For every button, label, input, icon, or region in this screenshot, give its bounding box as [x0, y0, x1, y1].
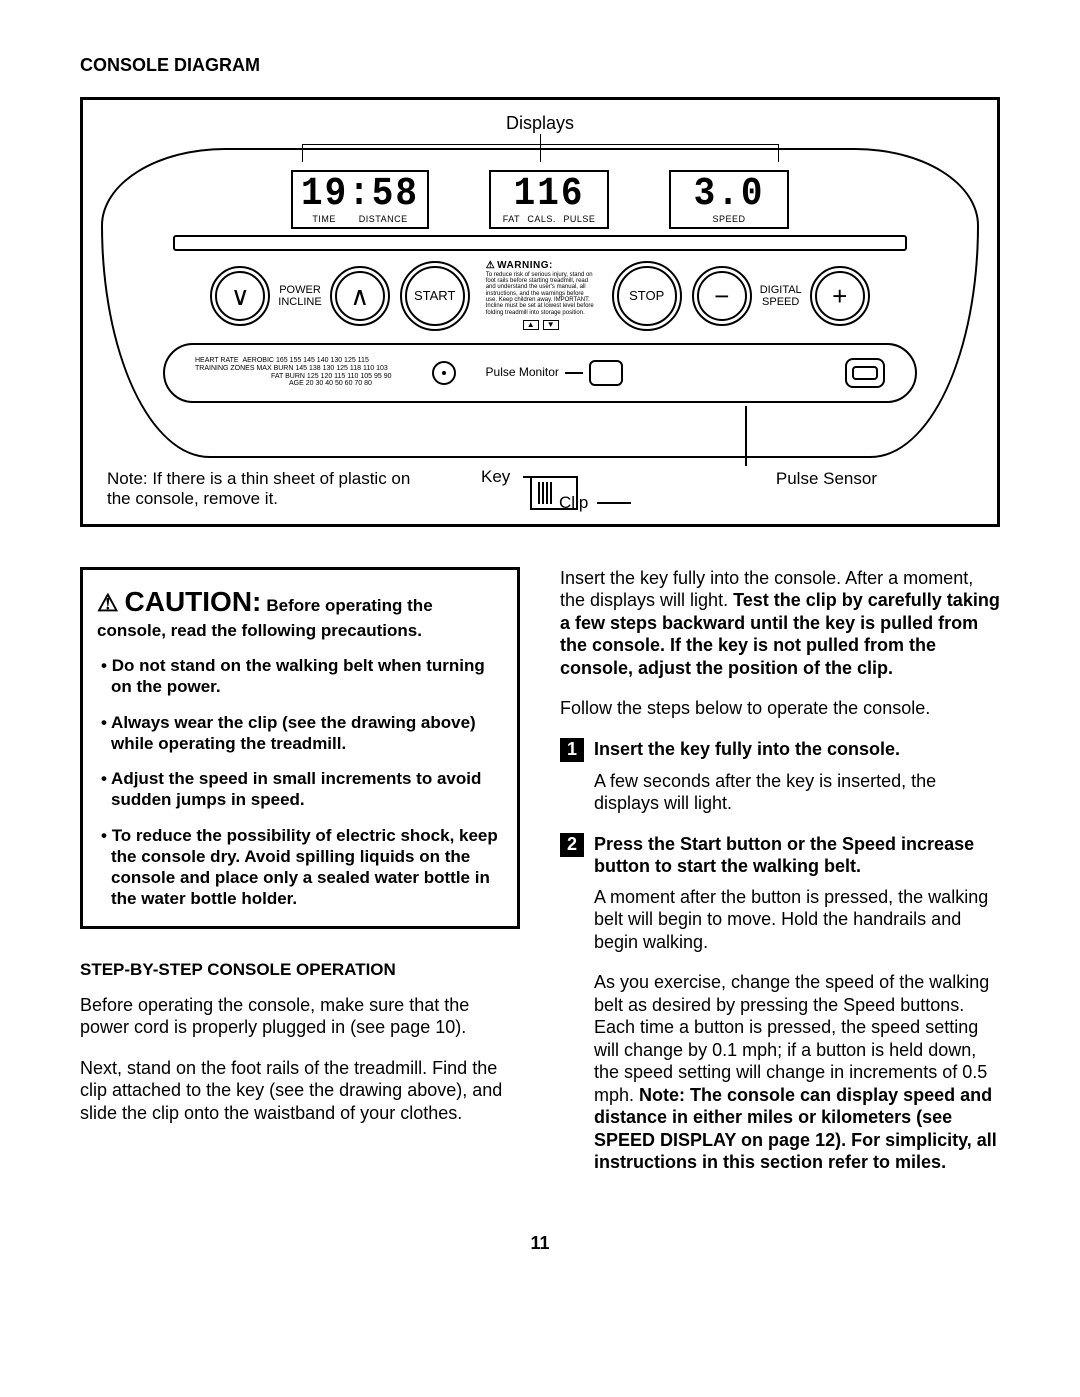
- key-callout: Key: [481, 466, 510, 487]
- right-intro: Insert the key fully into the console. A…: [560, 567, 1000, 680]
- pulse-monitor-label: Pulse Monitor: [486, 360, 623, 386]
- step-number: 2: [560, 833, 584, 857]
- hr-line-label: AGE: [289, 380, 304, 387]
- caution-item: Adjust the speed in small increments to …: [101, 768, 503, 811]
- display-value: 3.0: [694, 174, 765, 214]
- left-para: Before operating the console, make sure …: [80, 994, 520, 1039]
- step-section-title: STEP-BY-STEP CONSOLE OPERATION: [80, 959, 520, 980]
- right-column: Insert the key fully into the console. A…: [560, 567, 1000, 1192]
- mini-down-icon: ▼: [543, 320, 559, 330]
- hr-line-vals: 145 138 130 125 118 110 103: [295, 365, 387, 372]
- step-1-body: A few seconds after the key is inserted,…: [594, 770, 1000, 815]
- section-heading: CONSOLE DIAGRAM: [80, 54, 1000, 77]
- caution-item: To reduce the possibility of electric sh…: [101, 825, 503, 910]
- pulse-sensor-icon: [845, 358, 885, 388]
- incline-label: POWER INCLINE: [278, 284, 321, 308]
- heart-rate-table: HEART RATE AEROBIC 165 155 145 140 130 1…: [195, 357, 392, 388]
- step-title: Press the Start button or the Speed incr…: [594, 833, 1000, 878]
- display-value: 19:58: [301, 174, 419, 214]
- hr-line-label: AEROBIC: [242, 357, 274, 364]
- display-speed: 3.0 SPEED: [669, 170, 789, 229]
- key-socket: [432, 361, 456, 385]
- pulse-monitor-text: Pulse Monitor: [486, 365, 559, 380]
- step-2-header: 2 Press the Start button or the Speed in…: [560, 833, 1000, 878]
- speed-label: DIGITAL SPEED: [760, 284, 802, 308]
- step-1-header: 1 Insert the key fully into the console.: [560, 738, 1000, 762]
- caution-item: Do not stand on the walking belt when tu…: [101, 655, 503, 698]
- console-outline: 19:58 TIME DISTANCE 116 FAT CALS. PULSE: [101, 148, 979, 458]
- page-number: 11: [80, 1232, 1000, 1255]
- hr-line-label: MAX BURN: [256, 365, 293, 372]
- stop-button[interactable]: STOP: [612, 261, 682, 331]
- speed-buttons: − DIGITAL SPEED +: [692, 266, 870, 326]
- caution-title: CAUTION:: [97, 586, 261, 617]
- right-follow: Follow the steps below to operate the co…: [560, 697, 1000, 720]
- caution-box: CAUTION: Before operating the console, r…: [80, 567, 520, 929]
- speed-down-button[interactable]: −: [692, 266, 752, 326]
- left-column: CAUTION: Before operating the console, r…: [80, 567, 520, 1143]
- step-2-body-a: A moment after the button is pressed, th…: [594, 886, 1000, 954]
- hr-line-vals: 165 155 145 140 130 125 115: [276, 357, 369, 364]
- step-2-body-b: As you exercise, change the speed of the…: [594, 971, 1000, 1174]
- display-value: 116: [514, 174, 585, 214]
- start-button[interactable]: START: [400, 261, 470, 331]
- mini-up-icon: ▲: [523, 320, 539, 330]
- caution-list: Do not stand on the walking belt when tu…: [97, 655, 503, 910]
- warning-text: WARNING: To reduce risk of serious injur…: [486, 261, 596, 330]
- warning-title: WARNING:: [486, 261, 596, 272]
- display-cals-pulse: 116 FAT CALS. PULSE: [489, 170, 609, 229]
- display-time-distance: 19:58 TIME DISTANCE: [291, 170, 429, 229]
- diagram-note: Note: If there is a thin sheet of plasti…: [107, 469, 427, 510]
- displays-callout-label: Displays: [502, 112, 578, 135]
- left-para: Next, stand on the foot rails of the tre…: [80, 1057, 520, 1125]
- hr-rowlabel: HEART RATE: [195, 357, 239, 364]
- incline-down-button[interactable]: ∨: [210, 266, 270, 326]
- lower-panel: HEART RATE AEROBIC 165 155 145 140 130 1…: [163, 343, 917, 403]
- speed-up-button[interactable]: +: [810, 266, 870, 326]
- hr-rowlabel: TRAINING ZONES: [195, 365, 255, 372]
- incline-up-button[interactable]: ∧: [330, 266, 390, 326]
- caution-item: Always wear the clip (see the drawing ab…: [101, 712, 503, 755]
- warning-body: To reduce risk of serious injury, stand …: [486, 272, 596, 316]
- hr-line-label: FAT BURN: [271, 373, 305, 380]
- clip-callout: Clip: [559, 492, 588, 513]
- hr-line-vals: 125 120 115 110 105 95 90: [307, 373, 392, 380]
- hr-line-vals: 20 30 40 50 60 70 80: [306, 380, 372, 387]
- incline-buttons: ∨ POWER INCLINE ∧: [210, 266, 389, 326]
- console-strip: [173, 235, 907, 251]
- pulse-monitor-icon: [589, 360, 623, 386]
- console-diagram: Displays 19:58 TIME DISTANCE 116 FAT CAL…: [80, 97, 1000, 527]
- step-number: 1: [560, 738, 584, 762]
- step-title: Insert the key fully into the console.: [594, 738, 900, 761]
- pulse-sensor-callout: Pulse Sensor: [776, 468, 877, 489]
